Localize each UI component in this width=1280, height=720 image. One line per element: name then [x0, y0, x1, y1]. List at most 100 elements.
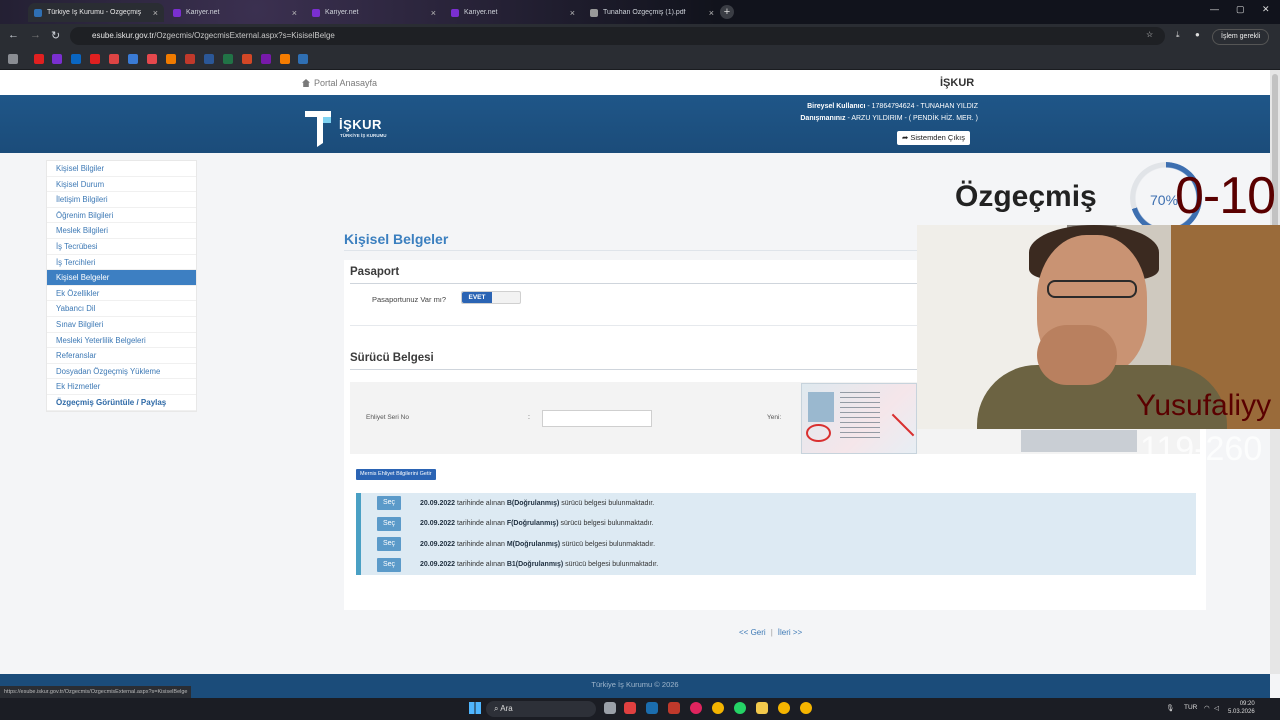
task-view-icon[interactable]	[604, 702, 616, 714]
microphone-icon[interactable]: 🎙	[1166, 704, 1174, 712]
download-icon[interactable]: ⤓	[1176, 30, 1180, 40]
windows-start-icon[interactable]	[469, 702, 481, 714]
bookmark-iskur-icon[interactable]	[298, 54, 308, 64]
passport-question: Pasaportunuz Var mı?	[372, 295, 447, 304]
sidebar-item[interactable]: Mesleki Yeterlilik Belgeleri	[47, 333, 196, 349]
reload-icon[interactable]: ↻	[51, 29, 60, 42]
browser-tab[interactable]: Türkiye İş Kurumu - Özgeçmiş ×	[28, 3, 164, 22]
action-required-pill[interactable]: İşlem gerekli	[1212, 29, 1270, 45]
license-text: sürücü belgesi bulunmaktadır.	[560, 540, 656, 548]
select-license-button[interactable]: Seç	[377, 496, 401, 511]
sidebar-item[interactable]: Kişisel Durum	[47, 177, 196, 193]
advisor-info: Danışmanınız - ARZU YILDIRIM - ( PENDİK …	[800, 115, 978, 122]
tab-close-icon[interactable]: ×	[292, 8, 297, 18]
license-date: 20.09.2022	[420, 540, 456, 548]
sidebar-item[interactable]: Meslek Bilgileri	[47, 223, 196, 239]
sidebar-item[interactable]: Özgeçmiş Görüntüle / Paylaş	[47, 395, 196, 411]
tab-close-icon[interactable]: ×	[153, 8, 158, 18]
clock-date: 5.03.2026	[1228, 709, 1255, 715]
license-highlight-arrow	[891, 413, 915, 437]
brand-title: İŞKUR	[940, 77, 975, 89]
bookmark-excel-icon[interactable]	[223, 54, 233, 64]
url-field[interactable]: esube.iskur.gov.tr/Ozgecmis/OzgecmisExte…	[70, 27, 1165, 45]
bookmark-icon[interactable]	[280, 54, 290, 64]
browser-tab[interactable]: Kariyer.net ×	[167, 3, 303, 22]
bookmark-icon[interactable]	[166, 54, 176, 64]
select-license-button[interactable]: Seç	[377, 516, 401, 531]
select-license-button[interactable]: Seç	[377, 537, 401, 552]
file-explorer-icon[interactable]	[756, 702, 768, 714]
bookmark-icon[interactable]	[128, 54, 138, 64]
whatsapp-icon[interactable]	[734, 702, 746, 714]
apps-icon[interactable]	[8, 54, 18, 64]
browser-tab[interactable]: Kariyer.net ×	[445, 3, 581, 22]
sidebar-item[interactable]: Kişisel Belgeler	[47, 270, 196, 286]
taskbar-search[interactable]: ⌕ Ara	[486, 701, 596, 717]
language-indicator[interactable]: TUR	[1184, 704, 1197, 711]
chrome-icon[interactable]	[800, 702, 812, 714]
chrome-icon[interactable]	[778, 702, 790, 714]
license-list: Seç 20.09.2022 tarihinde alınan B(Doğrula…	[356, 493, 1196, 575]
tab-close-icon[interactable]: ×	[431, 8, 436, 18]
overlay-range-top: 0-10	[1175, 167, 1276, 225]
license-description: 20.09.2022 tarihinde alınan F(Doğrulanmı…	[420, 520, 654, 527]
sidebar-item[interactable]: İletişim Bilgileri	[47, 192, 196, 208]
back-link[interactable]: << Geri	[739, 628, 766, 637]
tab-close-icon[interactable]: ×	[709, 8, 714, 18]
opera-icon[interactable]	[690, 702, 702, 714]
passport-section-title: Pasaport	[350, 266, 400, 278]
maximize-icon[interactable]: ▢	[1236, 4, 1245, 15]
overlay-title: Özgeçmiş	[955, 180, 1097, 213]
steam-icon[interactable]	[646, 702, 658, 714]
bookmark-linkedin-icon[interactable]	[71, 54, 81, 64]
bookmark-onenote-icon[interactable]	[261, 54, 271, 64]
sidebar-item[interactable]: Kişisel Bilgiler	[47, 161, 196, 177]
sidebar-item[interactable]: Dosyadan Özgeçmiş Yükleme	[47, 364, 196, 380]
taskbar-search-label: Ara	[500, 704, 513, 713]
next-link[interactable]: İleri >>	[778, 628, 802, 637]
tab-title: Türkiye İş Kurumu - Özgeçmiş	[47, 9, 142, 16]
minimize-icon[interactable]: —	[1210, 4, 1219, 14]
browser-tab[interactable]: Kariyer.net ×	[306, 3, 442, 22]
tab-close-icon[interactable]: ×	[570, 8, 575, 18]
close-window-icon[interactable]: ✕	[1262, 4, 1270, 15]
bookmark-powerpoint-icon[interactable]	[242, 54, 252, 64]
sidebar-item[interactable]: Ek Özellikler	[47, 286, 196, 302]
portal-home-link[interactable]: Portal Anasayfa	[302, 78, 377, 88]
volume-icon[interactable]: ◁	[1214, 704, 1219, 712]
browser-tab[interactable]: Tunahan Özgeçmiş (1).pdf ×	[584, 3, 720, 22]
profile-icon[interactable]: ●	[1195, 30, 1200, 39]
wifi-icon[interactable]: ◠	[1204, 704, 1210, 712]
sidebar-item[interactable]: Yabancı Dil	[47, 301, 196, 317]
sidebar-item[interactable]: Sınav Bilgileri	[47, 317, 196, 333]
serial-input[interactable]	[542, 410, 652, 427]
bookmark-youtube-icon[interactable]	[34, 54, 44, 64]
taskbar-app-icon[interactable]	[624, 702, 636, 714]
chrome-icon[interactable]	[712, 702, 724, 714]
sidebar-item[interactable]: Öğrenim Bilgileri	[47, 208, 196, 224]
back-icon[interactable]: ←	[8, 29, 19, 41]
sidebar-item[interactable]: İş Tecrübesi	[47, 239, 196, 255]
taskbar-clock[interactable]: 09:20 5.03.2026	[1228, 700, 1255, 716]
bookmark-word-icon[interactable]	[204, 54, 214, 64]
select-license-button[interactable]: Seç	[377, 557, 401, 572]
user-label: Bireysel Kullanıcı	[807, 103, 866, 110]
forward-icon[interactable]: →	[30, 29, 41, 41]
bookmark-star-icon[interactable]: ☆	[1146, 30, 1153, 39]
sidebar-item[interactable]: İş Tercihleri	[47, 255, 196, 271]
bookmark-icon[interactable]	[90, 54, 100, 64]
bookmark-gmail-icon[interactable]	[109, 54, 119, 64]
sidebar-item[interactable]: Ek Hizmetler	[47, 379, 196, 395]
license-text: tarihinde alınan	[455, 520, 507, 528]
bookmarks-bar	[0, 48, 1280, 70]
bookmark-kariyer-icon[interactable]	[52, 54, 62, 64]
new-tab-button[interactable]: +	[720, 5, 734, 19]
fetch-mernis-button[interactable]: Mernis Ehliyet Bilgilerini Getir	[356, 469, 436, 480]
sidebar-item[interactable]: Referanslar	[47, 348, 196, 364]
bookmark-icon[interactable]	[185, 54, 195, 64]
taskbar-app-icon[interactable]	[668, 702, 680, 714]
passport-toggle[interactable]: EVET	[461, 291, 521, 304]
webcam-hand	[1037, 325, 1117, 385]
logout-button[interactable]: ➦ Sistemden Çıkış	[897, 131, 970, 145]
bookmark-icon[interactable]	[147, 54, 157, 64]
